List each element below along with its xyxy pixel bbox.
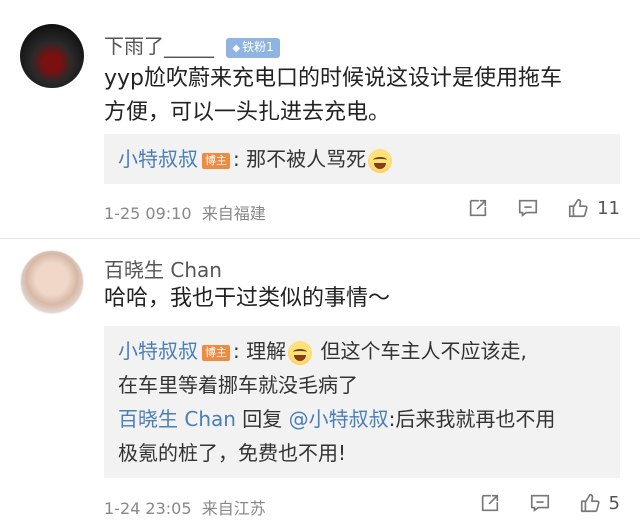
reply-box[interactable]: 小特叔叔 博主: 理解 但这个车主人不应该走, 在车里等着挪车就没毛病了 百晓生 … bbox=[104, 326, 620, 478]
comment-timestamp: 1-25 09:10 bbox=[104, 204, 192, 223]
comment-icon[interactable] bbox=[529, 492, 551, 514]
fan-badge: ◆ 铁粉1 bbox=[226, 37, 280, 58]
reply-text: : 理解 bbox=[233, 339, 287, 363]
avatar[interactable] bbox=[20, 250, 84, 314]
reply-username[interactable]: 小特叔叔 bbox=[118, 339, 198, 363]
share-icon[interactable] bbox=[467, 197, 489, 219]
comment-actions: 5 bbox=[479, 492, 620, 514]
reply-username[interactable]: 小特叔叔 bbox=[118, 147, 198, 171]
comment-actions: 11 bbox=[467, 197, 620, 219]
reply-text-line: 在车里等着挪车就没毛病了 bbox=[118, 373, 358, 397]
comment-timestamp: 1-24 23:05 bbox=[104, 499, 192, 518]
divider bbox=[0, 238, 640, 239]
reply-text: 但这个车主人不应该走, bbox=[314, 339, 527, 363]
comment-username[interactable]: 百晓生 Chan bbox=[104, 254, 222, 283]
reply-text: : 那不被人骂死 bbox=[233, 147, 367, 171]
username-text[interactable]: 百晓生 Chan bbox=[104, 258, 222, 282]
reply-item[interactable]: 百晓生 Chan 回复 @小特叔叔:后来我就再也不用 bbox=[118, 402, 606, 436]
laugh-cry-emoji-icon bbox=[368, 148, 393, 173]
comment-meta: 1-25 09:10 来自福建 bbox=[104, 200, 266, 224]
avatar[interactable] bbox=[20, 24, 84, 88]
host-badge: 博主 bbox=[202, 344, 230, 361]
reply-mention-link[interactable]: @小特叔叔 bbox=[289, 407, 389, 431]
reply-item[interactable]: 小特叔叔 博主: 理解 但这个车主人不应该走, bbox=[118, 334, 606, 368]
like-icon bbox=[567, 197, 589, 219]
host-badge: 博主 bbox=[202, 152, 230, 169]
comment-location: 来自福建 bbox=[201, 204, 266, 223]
like-button[interactable]: 11 bbox=[567, 197, 620, 219]
laugh-cry-emoji-icon bbox=[288, 340, 313, 365]
reply-label: 回复 bbox=[235, 407, 289, 431]
like-count: 11 bbox=[597, 197, 620, 219]
comment-text: yyp尬吹蔚来充电口的时候说这设计是使用拖车 方便，可以一头扎进去充电。 bbox=[104, 62, 624, 130]
fan-badge-label: 铁粉1 bbox=[242, 39, 274, 54]
like-count: 5 bbox=[608, 492, 620, 514]
reply-text-line: 极氪的桩了，免费也不用! bbox=[118, 441, 347, 465]
comment-location: 来自江苏 bbox=[201, 499, 266, 518]
diamond-icon: ◆ bbox=[232, 42, 241, 54]
comment-icon[interactable] bbox=[517, 197, 539, 219]
comment-text-line: 方便，可以一头扎进去充电。 bbox=[104, 100, 391, 125]
share-icon[interactable] bbox=[479, 492, 501, 514]
username-text[interactable]: 下雨了_____ bbox=[104, 34, 214, 58]
comment-meta: 1-24 23:05 来自江苏 bbox=[104, 495, 266, 519]
comment-text: 哈哈，我也干过类似的事情～ bbox=[104, 282, 624, 316]
reply-text: :后来我就再也不用 bbox=[388, 407, 556, 431]
comment-username[interactable]: 下雨了_____ ◆ 铁粉1 bbox=[104, 30, 280, 59]
comment-text-line: yyp尬吹蔚来充电口的时候说这设计是使用拖车 bbox=[104, 66, 563, 91]
reply-box[interactable]: 小特叔叔 博主: 那不被人骂死 bbox=[104, 134, 620, 184]
like-icon bbox=[579, 492, 601, 514]
comment-text-line: 哈哈，我也干过类似的事情～ bbox=[104, 286, 391, 311]
like-button[interactable]: 5 bbox=[579, 492, 620, 514]
reply-username[interactable]: 百晓生 Chan bbox=[118, 407, 236, 431]
